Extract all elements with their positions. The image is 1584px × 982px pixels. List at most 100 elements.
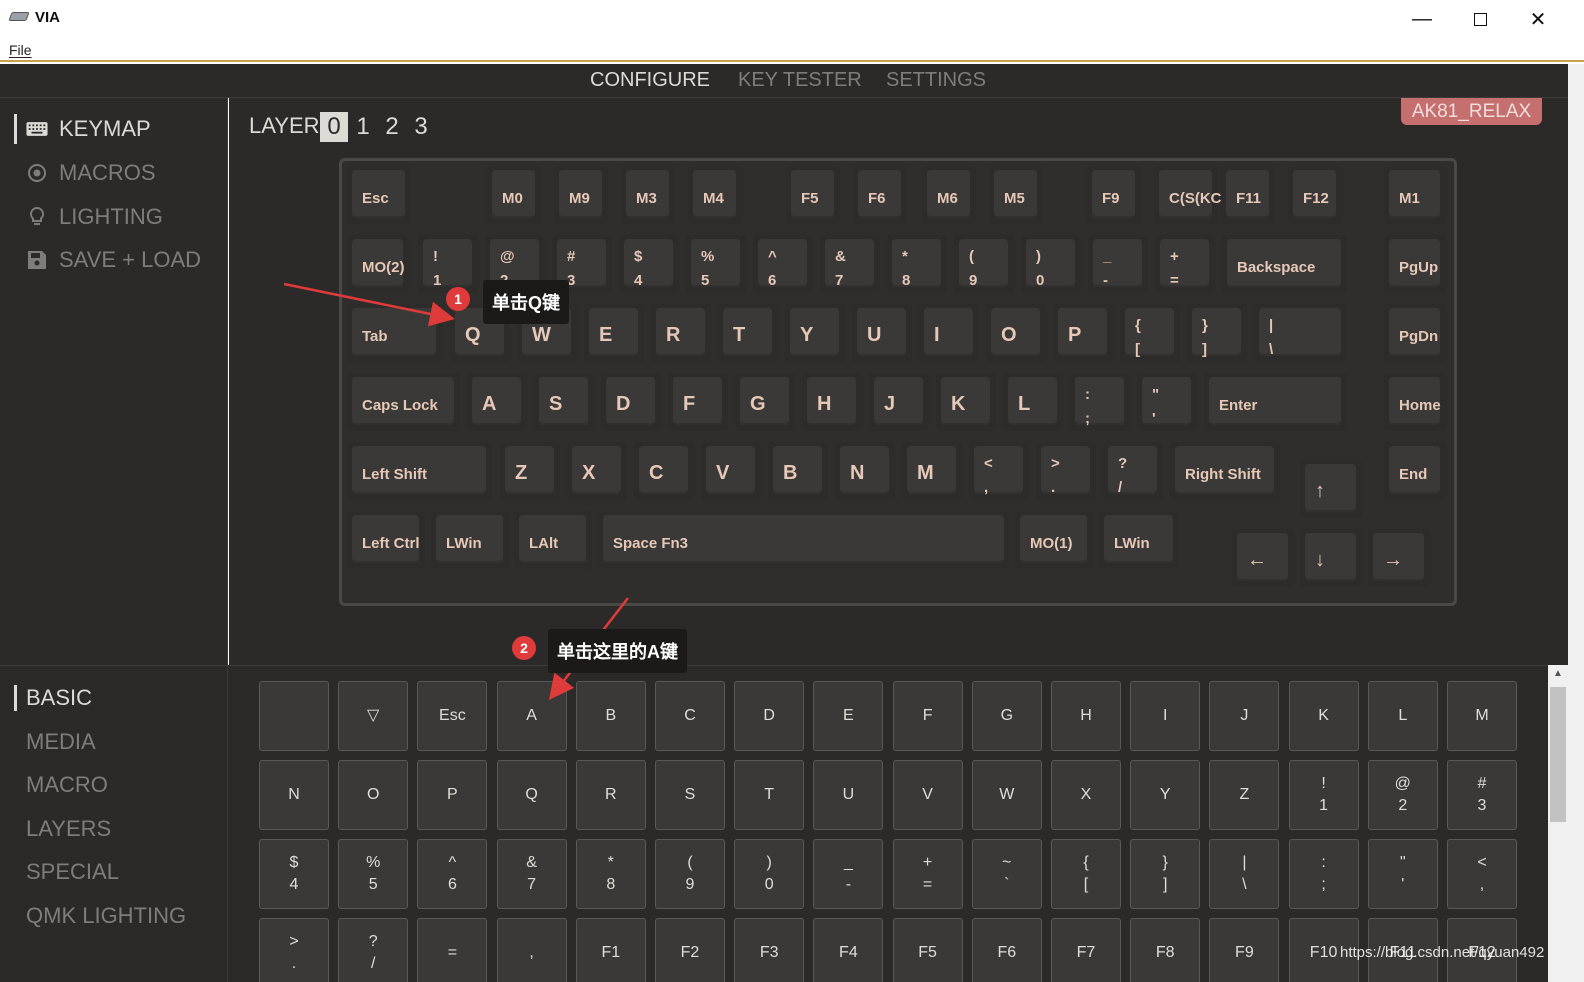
keycode-button[interactable]: E	[813, 681, 884, 751]
keycode-button[interactable]: ▽	[338, 681, 409, 751]
key[interactable]: Z	[500, 442, 560, 500]
key[interactable]: K	[936, 373, 996, 431]
key[interactable]: Caps Lock	[347, 373, 460, 431]
key[interactable]: _ -	[1088, 235, 1148, 293]
key[interactable]: {[	[1120, 304, 1180, 362]
key[interactable]: R	[651, 304, 711, 362]
sidebar-item-save-load[interactable]: SAVE + LOAD	[14, 245, 201, 275]
key[interactable]: H	[802, 373, 862, 431]
key[interactable]: ←	[1232, 529, 1294, 587]
keycode-button[interactable]: * 8	[575, 839, 646, 909]
keycode-button[interactable]: Z	[1209, 760, 1280, 830]
keycode-button[interactable]: L	[1367, 681, 1438, 751]
keycode-button[interactable]: S	[655, 760, 725, 830]
keycode-button[interactable]: ~ `	[971, 839, 1042, 909]
keycode-button[interactable]: F5	[892, 918, 963, 982]
nav-settings[interactable]: SETTINGS	[886, 69, 986, 92]
key[interactable]: M4	[688, 166, 742, 224]
key[interactable]: M5	[989, 166, 1043, 224]
key[interactable]: M6	[922, 166, 976, 224]
key[interactable]: ) 0	[1021, 235, 1081, 293]
keycode-button[interactable]: Esc	[417, 681, 488, 751]
keycode-button[interactable]: A	[496, 681, 567, 751]
maximize-button[interactable]	[1451, 0, 1509, 38]
sidebar-item-keymap[interactable]: KEYMAP	[14, 114, 151, 144]
key[interactable]: MO(1)	[1015, 511, 1093, 569]
category-special[interactable]: SPECIAL	[14, 859, 119, 885]
keycode-button[interactable]: J	[1209, 681, 1280, 751]
key[interactable]: E	[584, 304, 644, 362]
keycode-button[interactable]: + =	[892, 839, 963, 909]
key[interactable]: Esc	[347, 166, 411, 224]
key[interactable]: Enter	[1204, 373, 1347, 431]
key[interactable]: M9	[554, 166, 608, 224]
scrollbar[interactable]: ▲	[1548, 665, 1568, 982]
key[interactable]: M1	[1384, 166, 1446, 224]
keycode-button[interactable]: F3	[734, 918, 805, 982]
keycode-button[interactable]: U	[813, 760, 884, 830]
keycode-button[interactable]: G	[971, 681, 1042, 751]
key[interactable]: A	[467, 373, 527, 431]
key[interactable]: I	[919, 304, 979, 362]
keycode-button[interactable]: }]	[1130, 839, 1201, 909]
key[interactable]: ↑	[1300, 460, 1362, 518]
keycode-button[interactable]: P	[417, 760, 488, 830]
keycode-button[interactable]: #3	[1447, 760, 1517, 830]
key[interactable]: F6	[853, 166, 907, 224]
keycode-button[interactable]: H	[1051, 681, 1121, 751]
keycode-button[interactable]: (9	[655, 839, 725, 909]
key[interactable]: G	[735, 373, 795, 431]
keycode-button[interactable]: | \	[1209, 839, 1280, 909]
keycode-button[interactable]: & 7	[496, 839, 567, 909]
key[interactable]: (9	[954, 235, 1014, 293]
key[interactable]: V	[701, 442, 761, 500]
key[interactable]: * 8	[887, 235, 947, 293]
key[interactable]: L	[1003, 373, 1063, 431]
keycode-button[interactable]: C	[655, 681, 725, 751]
keycode-button[interactable]: V	[892, 760, 963, 830]
keycode-button[interactable]: B	[575, 681, 646, 751]
keycode-button[interactable]: " '	[1367, 839, 1438, 909]
key[interactable]: End	[1384, 442, 1446, 500]
keycode-button[interactable]: F4	[813, 918, 884, 982]
keycode-button[interactable]: ^ 6	[417, 839, 488, 909]
keycode-button[interactable]: :;	[1288, 839, 1359, 909]
keycode-button[interactable]: W	[971, 760, 1042, 830]
category-layers[interactable]: LAYERS	[14, 816, 111, 842]
layer-3-button[interactable]: 3	[407, 112, 435, 142]
keycode-button[interactable]: N	[259, 760, 329, 830]
keycode-button[interactable]: F9	[1209, 918, 1280, 982]
key[interactable]: Home	[1384, 373, 1446, 431]
keycode-button[interactable]: X	[1051, 760, 1121, 830]
keycode-button[interactable]: @2	[1367, 760, 1438, 830]
key[interactable]: Space Fn3	[598, 511, 1010, 569]
key[interactable]: ^ 6	[753, 235, 813, 293]
keycode-button[interactable]: >.	[259, 918, 329, 982]
keycode-button[interactable]: ) 0	[734, 839, 805, 909]
key[interactable]: LWin	[1099, 511, 1179, 569]
key[interactable]: P	[1053, 304, 1113, 362]
keycode-button[interactable]: F1	[575, 918, 646, 982]
keycode-button[interactable]: F	[892, 681, 963, 751]
scroll-up-arrow-icon[interactable]: ▲	[1548, 665, 1568, 683]
sidebar-item-macros[interactable]: MACROS	[14, 158, 156, 188]
key[interactable]: }]	[1187, 304, 1247, 362]
key[interactable]: ! 1	[418, 235, 478, 293]
keycode-button[interactable]: $4	[259, 839, 329, 909]
key[interactable]: B	[768, 442, 828, 500]
key[interactable]: Tab	[347, 304, 442, 362]
key[interactable]: <,	[969, 442, 1029, 500]
layer-0-button[interactable]: 0	[320, 112, 348, 142]
key[interactable]: " '	[1137, 373, 1197, 431]
key[interactable]: N	[835, 442, 895, 500]
key[interactable]: T	[718, 304, 778, 362]
key[interactable]: F12	[1288, 166, 1342, 224]
keycode-button[interactable]: F6	[971, 918, 1042, 982]
key[interactable]: F9	[1087, 166, 1141, 224]
key[interactable]: + =	[1155, 235, 1215, 293]
keycode-button[interactable]: <,	[1447, 839, 1517, 909]
keycode-button[interactable]: R	[575, 760, 646, 830]
keycode-button[interactable]: _ -	[813, 839, 884, 909]
key[interactable]: & 7	[820, 235, 880, 293]
key[interactable]: >.	[1036, 442, 1096, 500]
